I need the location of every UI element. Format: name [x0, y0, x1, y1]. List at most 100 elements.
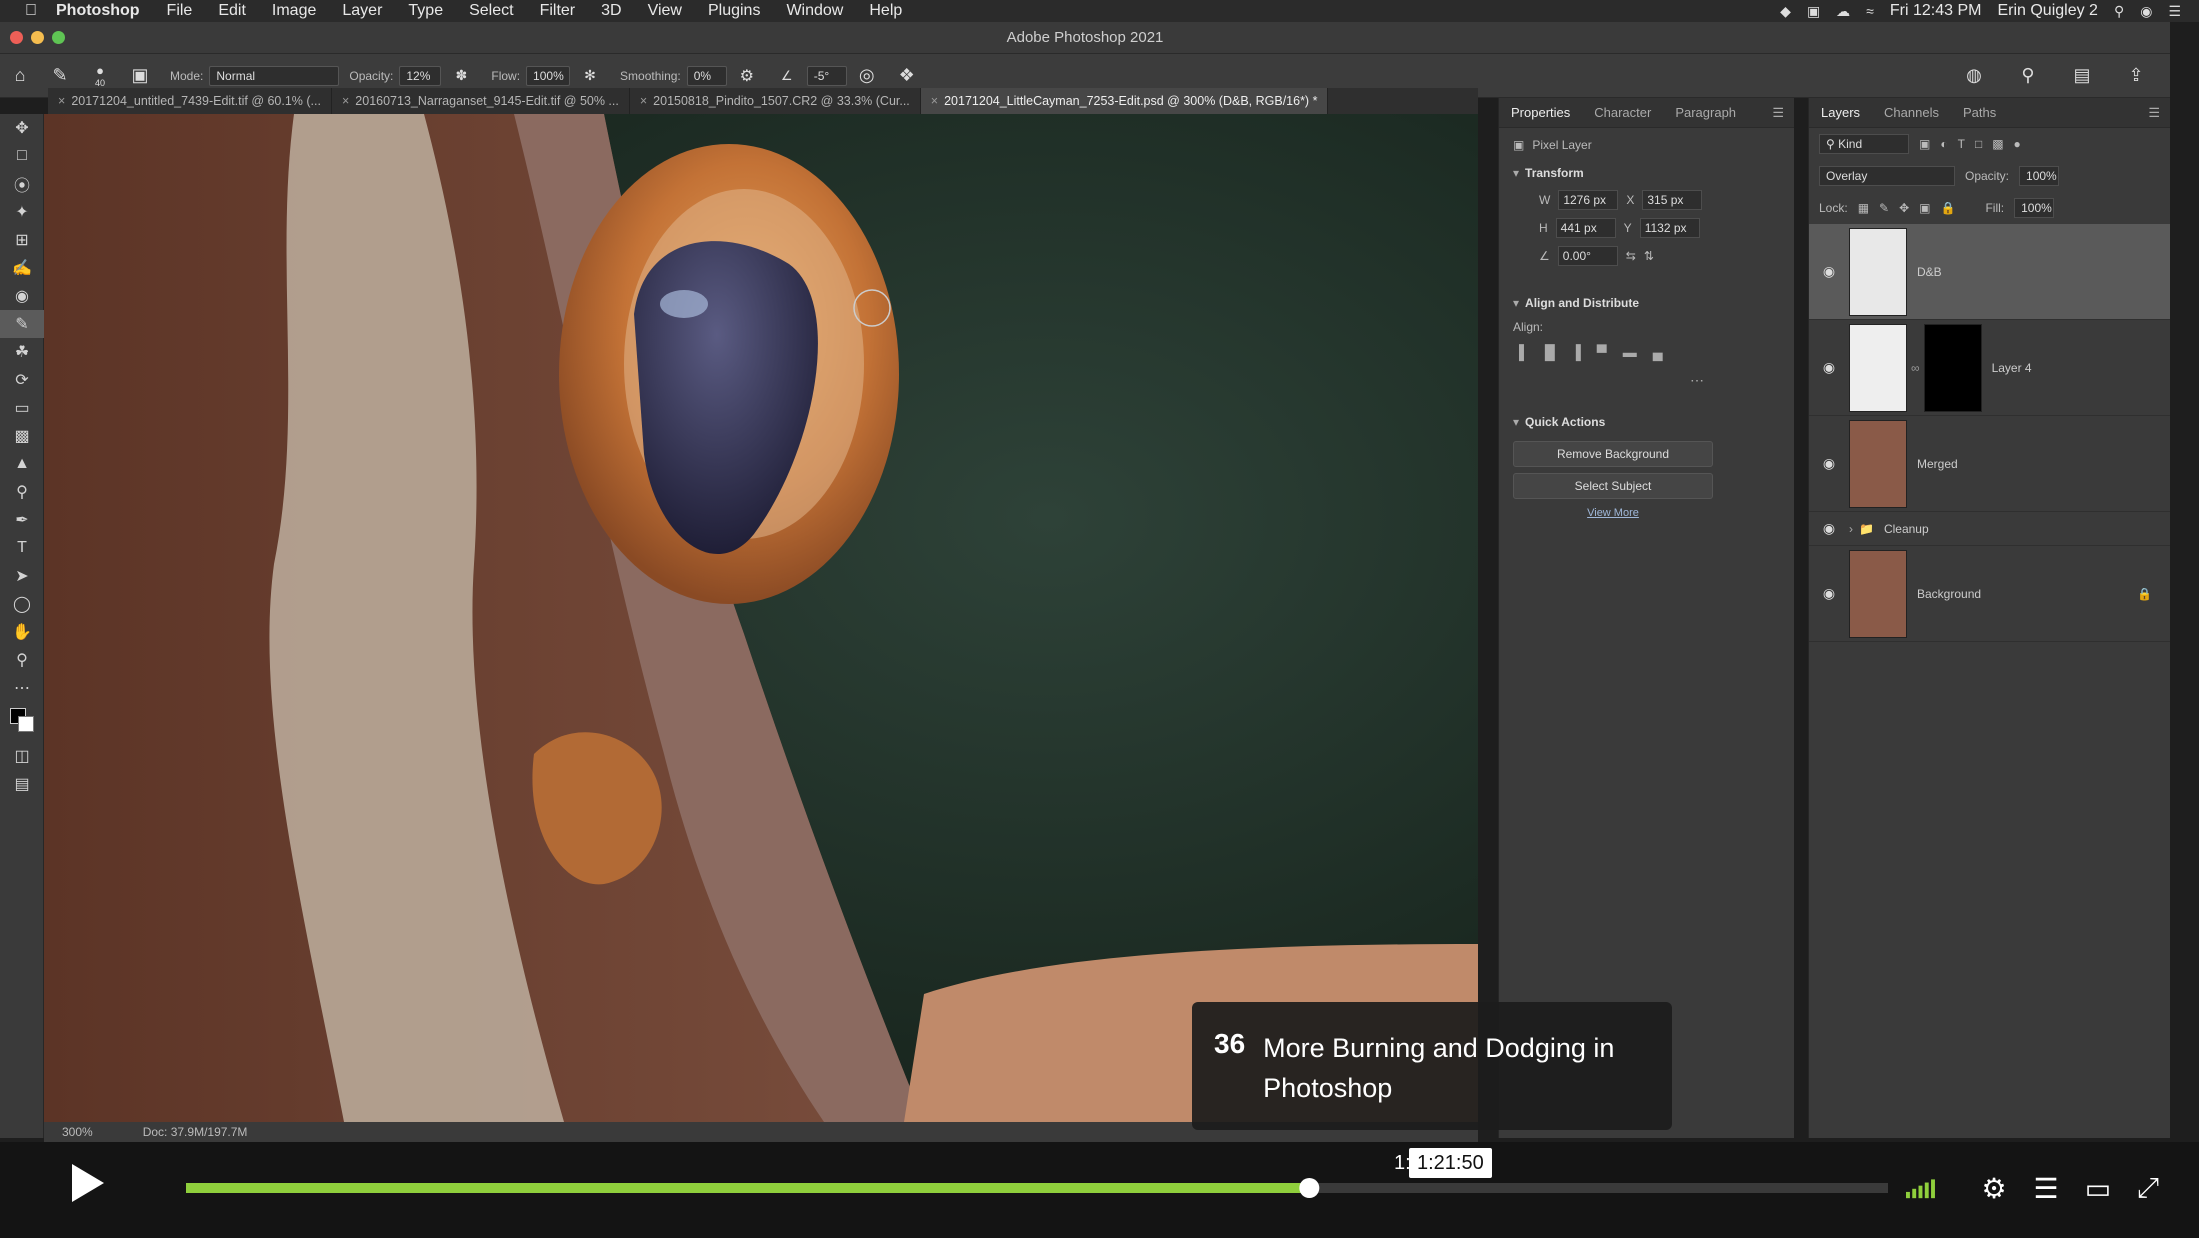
layer-mask-thumbnail[interactable] [1923, 323, 1982, 412]
close-tab-icon[interactable]: × [58, 94, 65, 108]
apple-icon[interactable]:  [16, 2, 46, 20]
lock-pixels-icon[interactable]: ✎ [1879, 201, 1889, 215]
menu-window[interactable]: Window [773, 2, 856, 20]
eyedropper-tool-icon[interactable]: ✍ [0, 254, 44, 282]
lock-all-icon[interactable]: 🔒 [1941, 201, 1956, 215]
close-tab-icon[interactable]: × [342, 94, 349, 108]
notification-icon[interactable]: ☰ [2168, 3, 2181, 20]
height-field[interactable]: 441 px [1555, 218, 1616, 238]
document-canvas[interactable] [44, 114, 1478, 1122]
eye-icon[interactable]: ◉ [1809, 455, 1849, 472]
flow-field[interactable]: 100% [526, 65, 571, 86]
tab-paths[interactable]: Paths [1951, 98, 2008, 128]
menu-help[interactable]: Help [856, 2, 915, 20]
eye-icon[interactable]: ◉ [1809, 520, 1849, 537]
filter-smart-icon[interactable]: ▩ [1992, 137, 2003, 151]
screen-mode-icon[interactable]: ▤ [0, 770, 44, 798]
move-tool-icon[interactable]: ✥ [0, 114, 44, 142]
brush-preset-picker[interactable]: ● 40 [86, 62, 114, 90]
y-field[interactable]: 1132 px [1639, 218, 1700, 238]
siri-icon[interactable]: ◉ [2140, 3, 2152, 20]
fullscreen-icon[interactable]: ⤢ [2130, 1172, 2166, 1204]
healing-tool-icon[interactable]: ◉ [0, 282, 44, 310]
fill-field[interactable]: 100% [2014, 198, 2055, 218]
airbrush-icon[interactable]: ✻ [576, 62, 604, 90]
layer-group-row[interactable]: ◉ › 📁 Cleanup [1809, 512, 2170, 546]
panel-menu-icon[interactable]: ☰ [1772, 105, 1794, 121]
menu-plugins[interactable]: Plugins [695, 2, 773, 20]
lock-position-icon[interactable]: ✥ [1899, 201, 1909, 215]
layer-row[interactable]: ◉ Background 🔒 [1809, 546, 2170, 642]
doc-tab[interactable]: × 20150818_Pindito_1507.CR2 @ 33.3% (Cur.… [630, 88, 921, 114]
play-icon[interactable] [62, 1160, 108, 1206]
layer-row[interactable]: ◉ D&B [1809, 224, 2170, 320]
pressure-opacity-icon[interactable]: ✽ [447, 62, 475, 90]
chapters-list-icon[interactable]: ☰ [2028, 1172, 2064, 1204]
crop-tool-icon[interactable]: ⊞ [0, 226, 44, 254]
type-tool-icon[interactable]: T [0, 534, 44, 562]
kind-filter[interactable]: ⚲ Kind [1819, 134, 1909, 154]
align-top-icon[interactable]: ▀ [1597, 344, 1607, 360]
tab-paragraph[interactable]: Paragraph [1663, 98, 1748, 128]
tab-channels[interactable]: Channels [1872, 98, 1951, 128]
doc-tab[interactable]: × 20171204_untitled_7439-Edit.tif @ 60.1%… [48, 88, 332, 114]
doc-tab[interactable]: × 20160713_Narraganset_9145-Edit.tif @ 50… [332, 88, 630, 114]
more-tools-icon[interactable]: ⋯ [0, 674, 44, 702]
align-section[interactable]: ▾ Align and Distribute [1499, 286, 1794, 316]
layer-opacity-field[interactable]: 100% [2019, 166, 2060, 186]
filter-adjust-icon[interactable]: ◐ [1940, 137, 1947, 151]
width-field[interactable]: 1276 px [1558, 190, 1619, 210]
airplay-icon[interactable]: ▭ [2080, 1172, 2116, 1204]
color-swatches[interactable] [0, 702, 44, 742]
quick-select-tool-icon[interactable]: ✦ [0, 198, 44, 226]
settings-gear-icon[interactable]: ⚙ [1976, 1172, 2012, 1204]
doc-tab-active[interactable]: × 20171204_LittleCayman_7253-Edit.psd @ 3… [920, 88, 1329, 114]
hand-tool-icon[interactable]: ✋ [0, 618, 44, 646]
symmetry-icon[interactable]: ❖ [893, 62, 921, 90]
pressure-size-icon[interactable]: ◎ [853, 62, 881, 90]
align-right-icon[interactable]: ▐ [1571, 344, 1581, 360]
brush-tool-icon[interactable]: ✎ [46, 62, 74, 90]
scrubber-handle[interactable] [1299, 1178, 1320, 1198]
spotlight-icon[interactable]: ⚲ [2114, 3, 2124, 20]
smoothing-field[interactable]: 0% [686, 65, 727, 86]
search-icon[interactable]: ⚲ [2014, 62, 2042, 90]
close-tab-icon[interactable]: × [931, 94, 938, 108]
eraser-tool-icon[interactable]: ▭ [0, 394, 44, 422]
menu-image[interactable]: Image [259, 2, 329, 20]
menu-3d[interactable]: 3D [588, 2, 634, 20]
user-name[interactable]: Erin Quigley 2 [1997, 2, 2098, 20]
dropbox-icon[interactable]: ◆ [1780, 3, 1791, 20]
eye-icon[interactable]: ◉ [1809, 359, 1849, 376]
cloud-icon[interactable]: ☁ [1836, 3, 1850, 20]
select-subject-button[interactable]: Select Subject [1513, 473, 1713, 499]
lesson-card[interactable]: 36 More Burning and Dodging in Photoshop [1192, 1002, 1672, 1130]
screen-icon[interactable]: ▣ [1807, 3, 1820, 20]
flip-horizontal-icon[interactable]: ⇆ [1626, 249, 1636, 263]
doc-size[interactable]: Doc: 37.9M/197.7M [143, 1125, 248, 1139]
lock-transparent-icon[interactable]: ▦ [1858, 201, 1869, 215]
menu-filter[interactable]: Filter [527, 2, 589, 20]
tab-properties[interactable]: Properties [1499, 98, 1582, 128]
share-icon[interactable]: ⇪ [2122, 62, 2150, 90]
marquee-tool-icon[interactable]: □ [0, 142, 44, 170]
clock[interactable]: Fri 12:43 PM [1890, 2, 1982, 20]
align-center-icon[interactable]: █ [1545, 344, 1555, 360]
gradient-tool-icon[interactable]: ▩ [0, 422, 44, 450]
more-options-icon[interactable]: ⋯ [1690, 372, 1704, 389]
zoom-window-button[interactable] [52, 31, 65, 44]
tab-character[interactable]: Character [1582, 98, 1663, 128]
x-field[interactable]: 315 px [1642, 190, 1703, 210]
app-menu[interactable]: Photoshop [46, 2, 154, 20]
eye-icon[interactable]: ◉ [1809, 585, 1849, 602]
brush-tool-icon[interactable]: ✎ [0, 310, 44, 338]
workspace-icon[interactable]: ▤ [2068, 62, 2096, 90]
flip-vertical-icon[interactable]: ⇅ [1644, 249, 1654, 263]
transform-section[interactable]: ▾ Transform [1499, 156, 1794, 186]
blur-tool-icon[interactable]: ▲ [0, 450, 44, 478]
menu-view[interactable]: View [635, 2, 695, 20]
layer-row[interactable]: ◉ ∞ Layer 4 [1809, 320, 2170, 416]
lock-artboard-icon[interactable]: ▣ [1919, 201, 1930, 215]
history-brush-tool-icon[interactable]: ⟳ [0, 366, 44, 394]
shape-tool-icon[interactable]: ◯ [0, 590, 44, 618]
